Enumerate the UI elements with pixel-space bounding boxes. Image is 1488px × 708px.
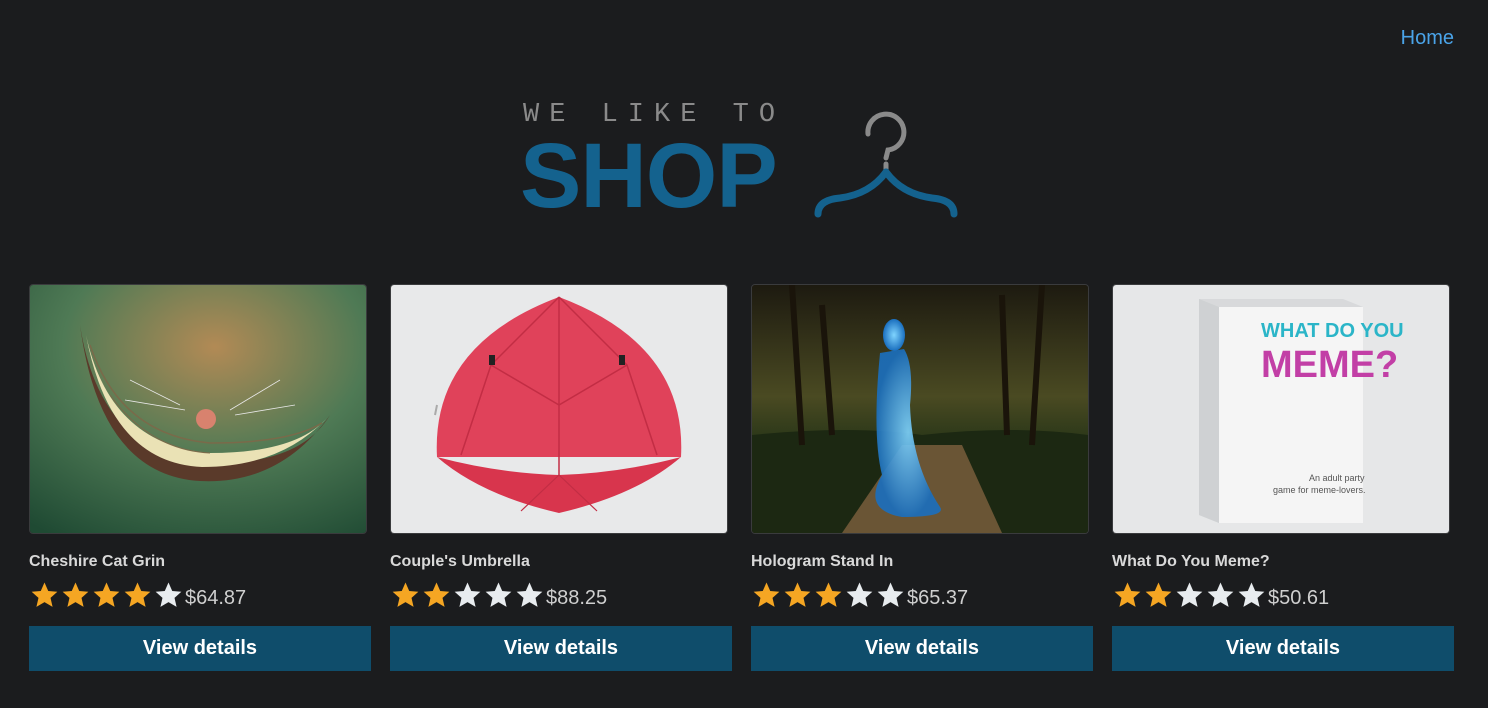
meme-box-line1: WHAT DO YOU — [1261, 320, 1404, 342]
product-price: $65.37 — [907, 586, 969, 609]
meme-card-game-box-image[interactable]: WHAT DO YOU MEME? An adult party game fo… — [1112, 284, 1450, 534]
star-filled-icon — [124, 582, 151, 607]
star-rating — [751, 581, 906, 609]
product-price: $64.87 — [185, 586, 247, 609]
hanger-icon — [814, 111, 958, 218]
star-empty-icon — [1207, 582, 1234, 607]
meme-box-line2: MEME? — [1261, 344, 1398, 386]
product-grid: Cheshire Cat Grin $64.87 View details Co… — [29, 284, 1455, 674]
star-filled-icon — [392, 582, 419, 607]
product-card: WHAT DO YOU MEME? An adult party game fo… — [1112, 284, 1454, 671]
star-empty-icon — [454, 582, 481, 607]
star-rating — [29, 581, 184, 609]
red-umbrella-image[interactable] — [390, 284, 728, 534]
shop-logo: WE LIKE TO SHOP — [520, 100, 970, 225]
shop-page: Home WE LIKE TO SHOP Cheshire Cat Grin $… — [0, 0, 1488, 708]
star-empty-icon — [877, 582, 904, 607]
product-title[interactable]: What Do You Meme? — [1112, 553, 1454, 571]
rating-row: $88.25 — [390, 581, 732, 609]
star-empty-icon — [846, 582, 873, 607]
star-filled-icon — [62, 582, 89, 607]
hologram-woman-park-image[interactable] — [751, 284, 1089, 534]
view-details-button[interactable]: View details — [751, 626, 1093, 671]
view-details-button[interactable]: View details — [29, 626, 371, 671]
product-card: Couple's Umbrella $88.25 View details — [390, 284, 732, 671]
home-link[interactable]: Home — [1401, 27, 1454, 50]
view-details-button[interactable]: View details — [390, 626, 732, 671]
product-card: Hologram Stand In $65.37 View details — [751, 284, 1093, 671]
star-empty-icon — [1176, 582, 1203, 607]
star-filled-icon — [753, 582, 780, 607]
star-empty-icon — [485, 582, 512, 607]
star-filled-icon — [815, 582, 842, 607]
view-details-button[interactable]: View details — [1112, 626, 1454, 671]
star-rating — [1112, 581, 1267, 609]
logo-word: SHOP — [520, 125, 778, 227]
star-rating — [390, 581, 545, 609]
star-filled-icon — [31, 582, 58, 607]
product-title[interactable]: Hologram Stand In — [751, 553, 1093, 571]
rating-row: $50.61 — [1112, 581, 1454, 609]
star-filled-icon — [784, 582, 811, 607]
cheshire-cat-grin-image[interactable] — [29, 284, 367, 534]
product-card: Cheshire Cat Grin $64.87 View details — [29, 284, 371, 671]
product-price: $88.25 — [546, 586, 608, 609]
star-filled-icon — [1114, 582, 1141, 607]
meme-box-tagline1: An adult party — [1309, 473, 1365, 483]
product-price: $50.61 — [1268, 586, 1330, 609]
star-empty-icon — [155, 582, 182, 607]
star-empty-icon — [1238, 582, 1265, 607]
product-title[interactable]: Cheshire Cat Grin — [29, 553, 371, 571]
star-filled-icon — [423, 582, 450, 607]
rating-row: $64.87 — [29, 581, 371, 609]
product-title[interactable]: Couple's Umbrella — [390, 553, 732, 571]
star-filled-icon — [93, 582, 120, 607]
star-filled-icon — [1145, 582, 1172, 607]
meme-box-tagline2: game for meme-lovers. — [1273, 485, 1366, 495]
rating-row: $65.37 — [751, 581, 1093, 609]
star-empty-icon — [516, 582, 543, 607]
